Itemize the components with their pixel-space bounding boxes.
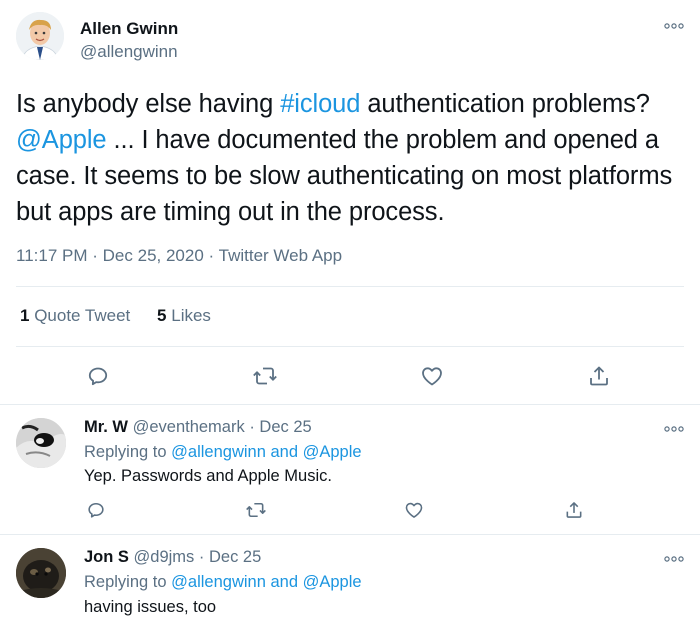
reply-button[interactable] (84, 362, 112, 390)
reply-date[interactable]: Dec 25 (209, 548, 261, 566)
likes-stat[interactable]: 5 Likes (157, 306, 211, 325)
reply-text: Yep. Passwords and Apple Music. (84, 467, 332, 485)
tweet-meta: 11:17 PM · Dec 25, 2020 · Twitter Web Ap… (16, 246, 342, 266)
reply-icon (88, 367, 108, 386)
more-icon[interactable] (661, 19, 687, 33)
like-icon (405, 502, 423, 518)
reply-text: having issues, too (84, 598, 217, 616)
share-icon (566, 502, 582, 518)
quote-label: Quote Tweet (34, 306, 131, 325)
tweet-text-part: ... I have documented the problem and op… (16, 126, 673, 226)
avatar[interactable] (16, 418, 66, 468)
tweet-date[interactable]: Dec 25, 2020 (103, 246, 204, 265)
divider (16, 346, 684, 347)
retweet-button[interactable] (244, 498, 268, 522)
reply-button[interactable] (84, 498, 108, 522)
reply-author-handle[interactable]: @eventhemark (133, 418, 245, 436)
and-word: and (270, 573, 299, 591)
retweet-button[interactable] (251, 362, 279, 390)
tweet-stats: 1 Quote Tweet 5 Likes (20, 306, 233, 326)
tweet-text-part: Is anybody else having (16, 90, 281, 118)
reply-author-name[interactable]: Jon S (84, 548, 129, 566)
tweet-text-part: authentication problems? (360, 90, 650, 118)
more-icon[interactable] (661, 552, 687, 566)
reply-author-name[interactable]: Mr. W (84, 418, 128, 436)
meta-separator: · (249, 418, 255, 436)
replying-to: Replying to @allengwinn and @Apple (84, 443, 362, 462)
tweet-time[interactable]: 11:17 PM (16, 246, 88, 265)
retweet-icon (246, 502, 266, 518)
meta-separator: · (198, 548, 205, 566)
mention-link[interactable]: @Apple (16, 126, 107, 154)
reply-author-handle[interactable]: @d9jms (134, 548, 195, 566)
reply-header: Mr. W @eventhemark · Dec 25 (84, 418, 312, 437)
like-count: 5 (157, 306, 167, 325)
reply-date[interactable]: Dec 25 (259, 418, 311, 436)
like-icon (422, 367, 442, 386)
mention-link[interactable]: @allengwinn (171, 573, 266, 591)
meta-separator: · (92, 246, 98, 265)
like-label: Likes (171, 306, 211, 325)
replying-prefix: Replying to (84, 443, 167, 461)
reply-header: Jon S @d9jms · Dec 25 (84, 548, 261, 567)
meta-separator: · (208, 246, 215, 265)
author-handle[interactable]: @allengwinn (80, 42, 178, 62)
tweet-text: Is anybody else having #icloud authentic… (16, 86, 684, 230)
divider (16, 286, 684, 287)
share-icon (590, 366, 608, 386)
divider (0, 404, 700, 405)
mention-link[interactable]: @Apple (303, 443, 362, 461)
quote-count: 1 (20, 306, 30, 325)
like-button[interactable] (418, 362, 446, 390)
avatar[interactable] (16, 548, 66, 598)
retweet-icon (253, 367, 277, 385)
replying-prefix: Replying to (84, 573, 167, 591)
and-word: and (270, 443, 299, 461)
quote-tweets-stat[interactable]: 1 Quote Tweet (20, 306, 130, 325)
tweet-source[interactable]: Twitter Web App (219, 246, 342, 265)
divider (0, 534, 700, 535)
hashtag-link[interactable]: #icloud (280, 90, 360, 118)
more-icon[interactable] (661, 422, 687, 436)
share-button[interactable] (562, 498, 586, 522)
reply-icon (88, 502, 104, 518)
mention-link[interactable]: @allengwinn (171, 443, 266, 461)
like-button[interactable] (402, 498, 426, 522)
replying-to: Replying to @allengwinn and @Apple (84, 573, 362, 592)
share-button[interactable] (585, 362, 613, 390)
author-name[interactable]: Allen Gwinn (80, 19, 178, 39)
mention-link[interactable]: @Apple (303, 573, 362, 591)
author-avatar[interactable] (16, 12, 64, 60)
